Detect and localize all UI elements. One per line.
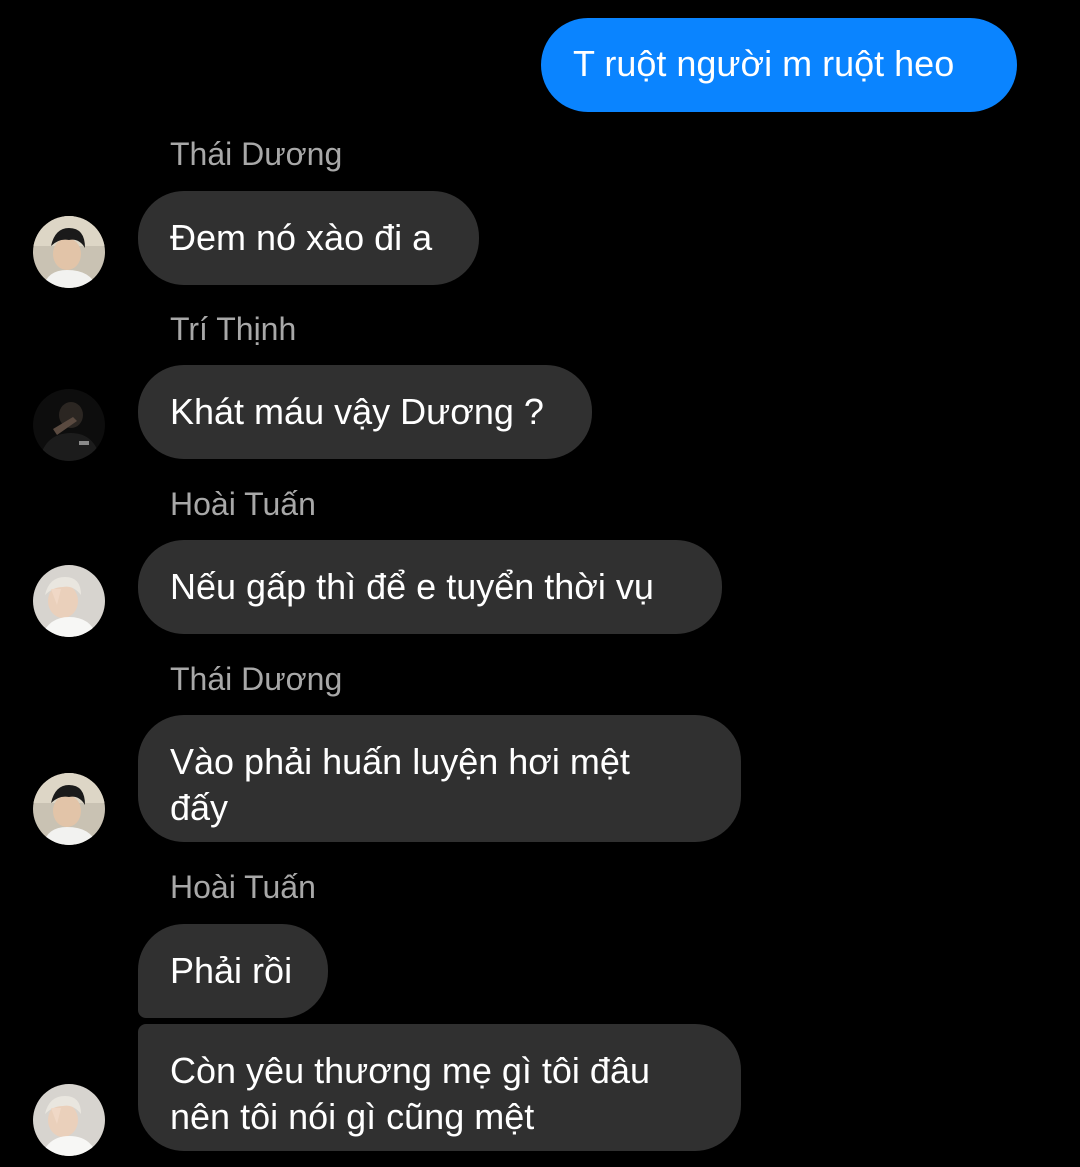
message-text: Khát máu vậy Dương ? [170, 391, 544, 432]
incoming-message-bubble[interactable]: Phải rồi [138, 924, 328, 1018]
sender-name: Trí Thịnh [170, 311, 297, 347]
incoming-message-bubble[interactable]: Khát máu vậy Dương ? [138, 365, 592, 459]
incoming-message-bubble[interactable]: Đem nó xào đi a [138, 191, 479, 285]
message-text: Vào phải huấn luyện hơi mệt đấy [170, 741, 630, 828]
sender-name: Hoài Tuấn [170, 869, 316, 905]
message-text: Phải rồi [170, 950, 293, 991]
message-text: T ruột người m ruột heo [573, 43, 955, 84]
message-text: Nếu gấp thì để e tuyển thời vụ [170, 566, 654, 607]
avatar[interactable] [33, 773, 105, 845]
message-text: Còn yêu thương mẹ gì tôi đâu nên tôi nói… [170, 1050, 650, 1137]
avatar[interactable] [33, 389, 105, 461]
message-text: Đem nó xào đi a [170, 217, 433, 258]
sender-name: Thái Dương [170, 661, 343, 697]
avatar[interactable] [33, 1084, 105, 1156]
incoming-message-bubble[interactable]: Vào phải huấn luyện hơi mệt đấy [138, 715, 741, 842]
sender-name: Hoài Tuấn [170, 486, 316, 522]
incoming-message-bubble[interactable]: Nếu gấp thì để e tuyển thời vụ [138, 540, 722, 634]
avatar[interactable] [33, 565, 105, 637]
outgoing-message-bubble[interactable]: T ruột người m ruột heo [541, 18, 1017, 112]
avatar[interactable] [33, 216, 105, 288]
incoming-message-bubble[interactable]: Còn yêu thương mẹ gì tôi đâu nên tôi nói… [138, 1024, 741, 1151]
sender-name: Thái Dương [170, 136, 343, 172]
